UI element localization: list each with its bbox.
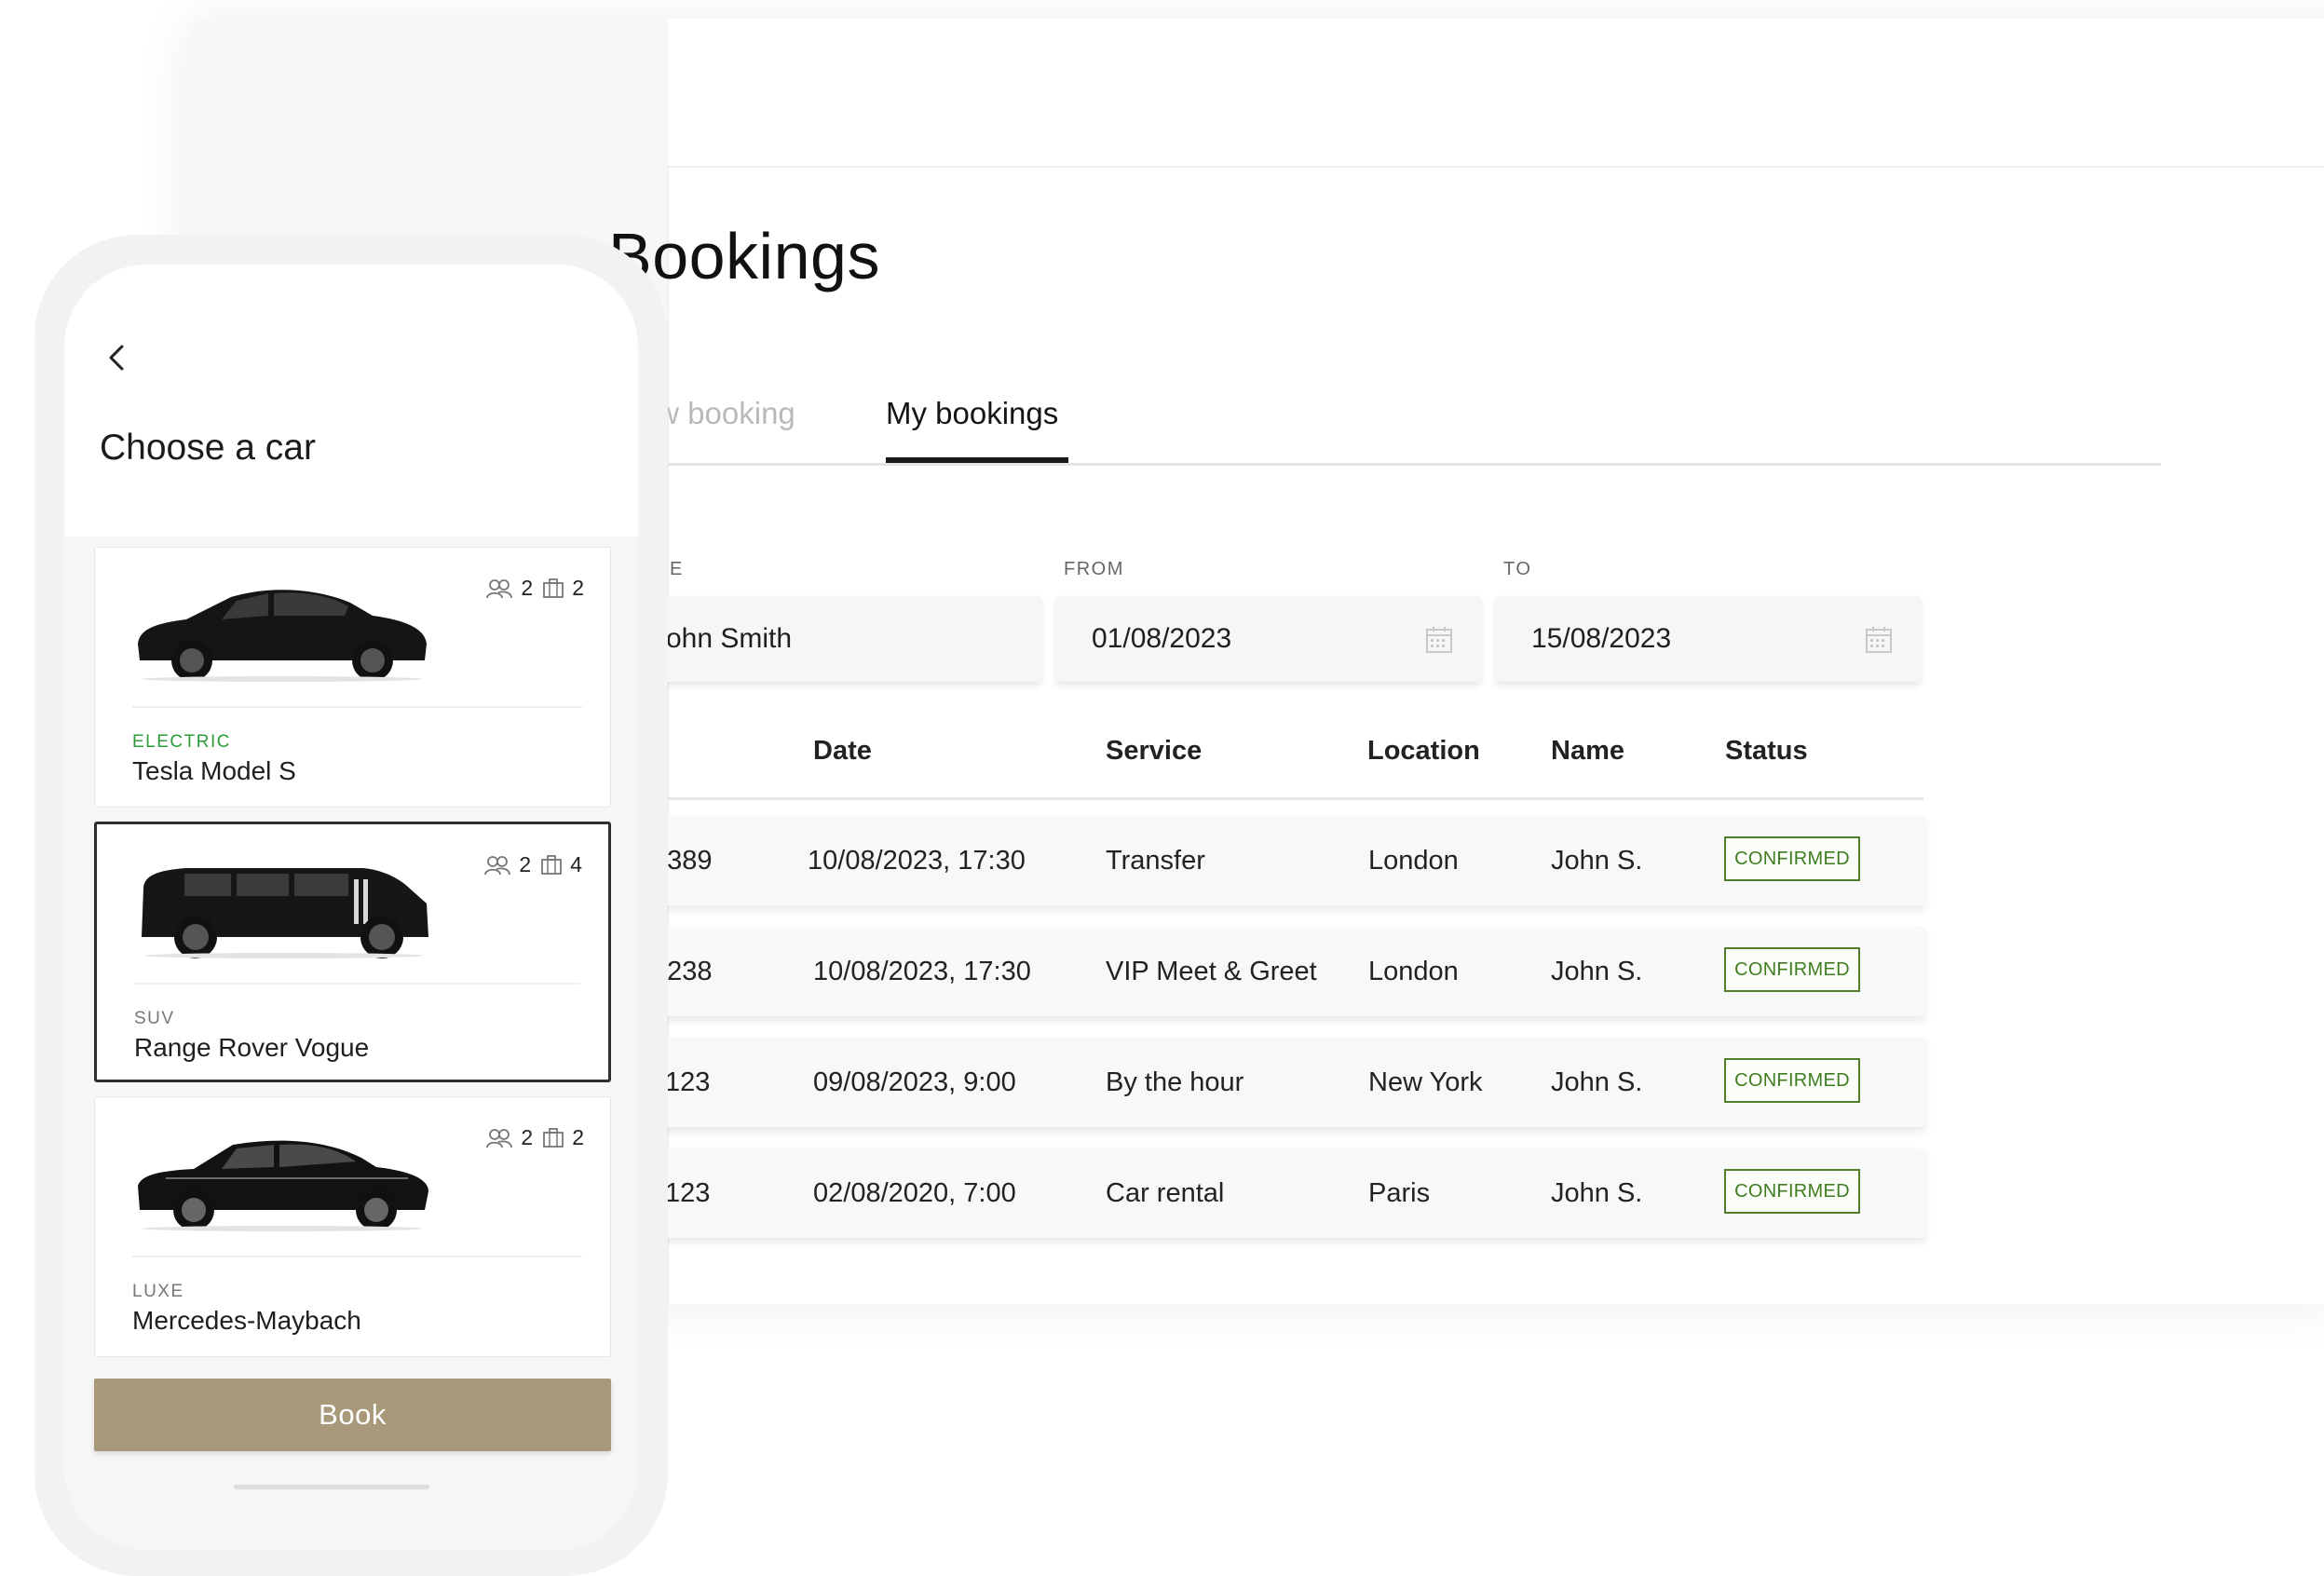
booking-location: London	[1368, 957, 1459, 986]
car-specs: 2 2	[485, 1125, 584, 1150]
table-header: # Date Service Location Name Status	[615, 708, 1923, 800]
booking-service: Transfer	[1106, 846, 1205, 876]
booking-date: 10/08/2023, 17:30	[808, 846, 1026, 876]
to-filter: TO 15/08/2023	[1496, 559, 1921, 689]
car-card-tesla[interactable]: 2 2 ELECTRIC Tesla Model S	[94, 547, 611, 808]
car-specs: 2 2	[485, 576, 584, 601]
card-divider	[134, 983, 580, 985]
booking-name: John S.	[1551, 1067, 1643, 1097]
table-row[interactable]: 1123 02/08/2020, 7:00 Car rental Paris J…	[623, 1148, 1925, 1238]
table-row[interactable]: 1123 09/08/2023, 9:00 By the hour New Yo…	[623, 1038, 1925, 1127]
luggage-count-value: 4	[570, 852, 582, 876]
car-card-range-rover[interactable]: 2 4 SUV Range Rover Vogue	[94, 822, 611, 1082]
from-date-input[interactable]: 01/08/2023	[1056, 596, 1481, 682]
booking-service: Car rental	[1106, 1178, 1225, 1208]
luggage-icon	[543, 1127, 564, 1148]
luggage-count: 4	[540, 852, 582, 877]
status-badge: CONFIRMED	[1724, 836, 1860, 881]
booking-date: 09/08/2023, 9:00	[813, 1067, 1016, 1097]
luggage-count: 2	[542, 576, 584, 601]
car-name: Tesla Model S	[132, 756, 296, 785]
car-specs: 2 4	[483, 852, 582, 877]
name-input[interactable]: John Smith	[617, 596, 1041, 682]
calendar-icon[interactable]	[1425, 626, 1453, 654]
from-filter-label: FROM	[1064, 559, 1124, 579]
booking-date: 10/08/2023, 17:30	[813, 957, 1031, 986]
booking-location: London	[1368, 846, 1459, 876]
car-category: LUXE	[132, 1282, 184, 1301]
car-card-maybach[interactable]: 2 2 LUXE Mercedes-Maybach	[94, 1096, 611, 1357]
sedan-car-image	[138, 590, 427, 682]
tab-my-bookings[interactable]: My bookings	[886, 396, 1058, 431]
booking-name: John S.	[1551, 846, 1643, 876]
calendar-icon[interactable]	[1865, 626, 1893, 654]
phone-frame: Choose a car 2 2 ELECTRIC Tesla Model S …	[34, 235, 668, 1576]
home-indicator	[234, 1485, 429, 1489]
top-header	[668, 19, 2324, 168]
status-badge: CONFIRMED	[1724, 1058, 1860, 1103]
active-tab-indicator	[886, 457, 1068, 463]
car-name: Range Rover Vogue	[134, 1033, 370, 1062]
booking-service: By the hour	[1106, 1067, 1244, 1097]
luggage-icon	[541, 854, 563, 875]
column-header-status: Status	[1725, 736, 1808, 766]
suv-car-image	[142, 868, 428, 958]
luggage-count-value: 2	[572, 1125, 584, 1149]
status-badge: CONFIRMED	[1724, 1169, 1860, 1214]
luggage-count-value: 2	[572, 576, 584, 600]
tab-bar: New booking My bookings	[612, 377, 2161, 466]
car-category: ELECTRIC	[132, 732, 231, 752]
card-divider	[132, 706, 582, 708]
passenger-count: 2	[485, 576, 533, 601]
column-header-service: Service	[1106, 736, 1203, 766]
passenger-count-value: 2	[521, 1125, 534, 1149]
booking-name: John S.	[1551, 1178, 1643, 1208]
status-badge: CONFIRMED	[1724, 947, 1860, 992]
booking-name: John S.	[1551, 957, 1643, 986]
name-filter: NAME John Smith	[617, 559, 1041, 689]
column-header-name: Name	[1551, 736, 1624, 766]
luxury-sedan-image	[138, 1140, 428, 1231]
passenger-count-value: 2	[521, 576, 534, 600]
booking-location: Paris	[1368, 1178, 1431, 1208]
luggage-icon	[543, 577, 564, 598]
booking-service: VIP Meet & Greet	[1106, 957, 1317, 986]
to-date-input[interactable]: 15/08/2023	[1496, 596, 1921, 682]
name-filter-label: NAME	[624, 559, 1041, 587]
passengers-icon	[486, 578, 513, 598]
phone-screen: Choose a car 2 2 ELECTRIC Tesla Model S …	[64, 265, 638, 1550]
passenger-count-value: 2	[519, 852, 532, 876]
from-filter: FROM 01/08/2023	[1056, 559, 1481, 689]
table-row[interactable]: 1389 10/08/2023, 17:30 Transfer London J…	[623, 816, 1925, 905]
passenger-count: 2	[483, 852, 531, 877]
from-date-value: 01/08/2023	[1092, 623, 1232, 654]
table-row[interactable]: 1238 10/08/2023, 17:30 VIP Meet & Greet …	[623, 927, 1925, 1016]
to-filter-label: TO	[1503, 559, 1532, 579]
passengers-icon	[484, 855, 511, 875]
booking-date: 02/08/2020, 7:00	[813, 1178, 1016, 1208]
phone-title: Choose a car	[100, 428, 316, 468]
luggage-count: 2	[542, 1125, 584, 1150]
booking-location: New York	[1368, 1067, 1483, 1097]
car-name: Mercedes-Maybach	[132, 1306, 361, 1335]
back-arrow-icon[interactable]	[100, 339, 137, 376]
passengers-icon	[486, 1128, 513, 1148]
passenger-count: 2	[485, 1125, 533, 1150]
bookings-table: 1389 10/08/2023, 17:30 Transfer London J…	[623, 816, 1925, 1259]
column-header-date: Date	[813, 736, 872, 766]
card-divider	[132, 1256, 582, 1257]
column-header-location: Location	[1367, 736, 1480, 766]
book-button[interactable]: Book	[94, 1379, 611, 1451]
to-date-value: 15/08/2023	[1531, 623, 1672, 654]
car-category: SUV	[134, 1009, 175, 1028]
